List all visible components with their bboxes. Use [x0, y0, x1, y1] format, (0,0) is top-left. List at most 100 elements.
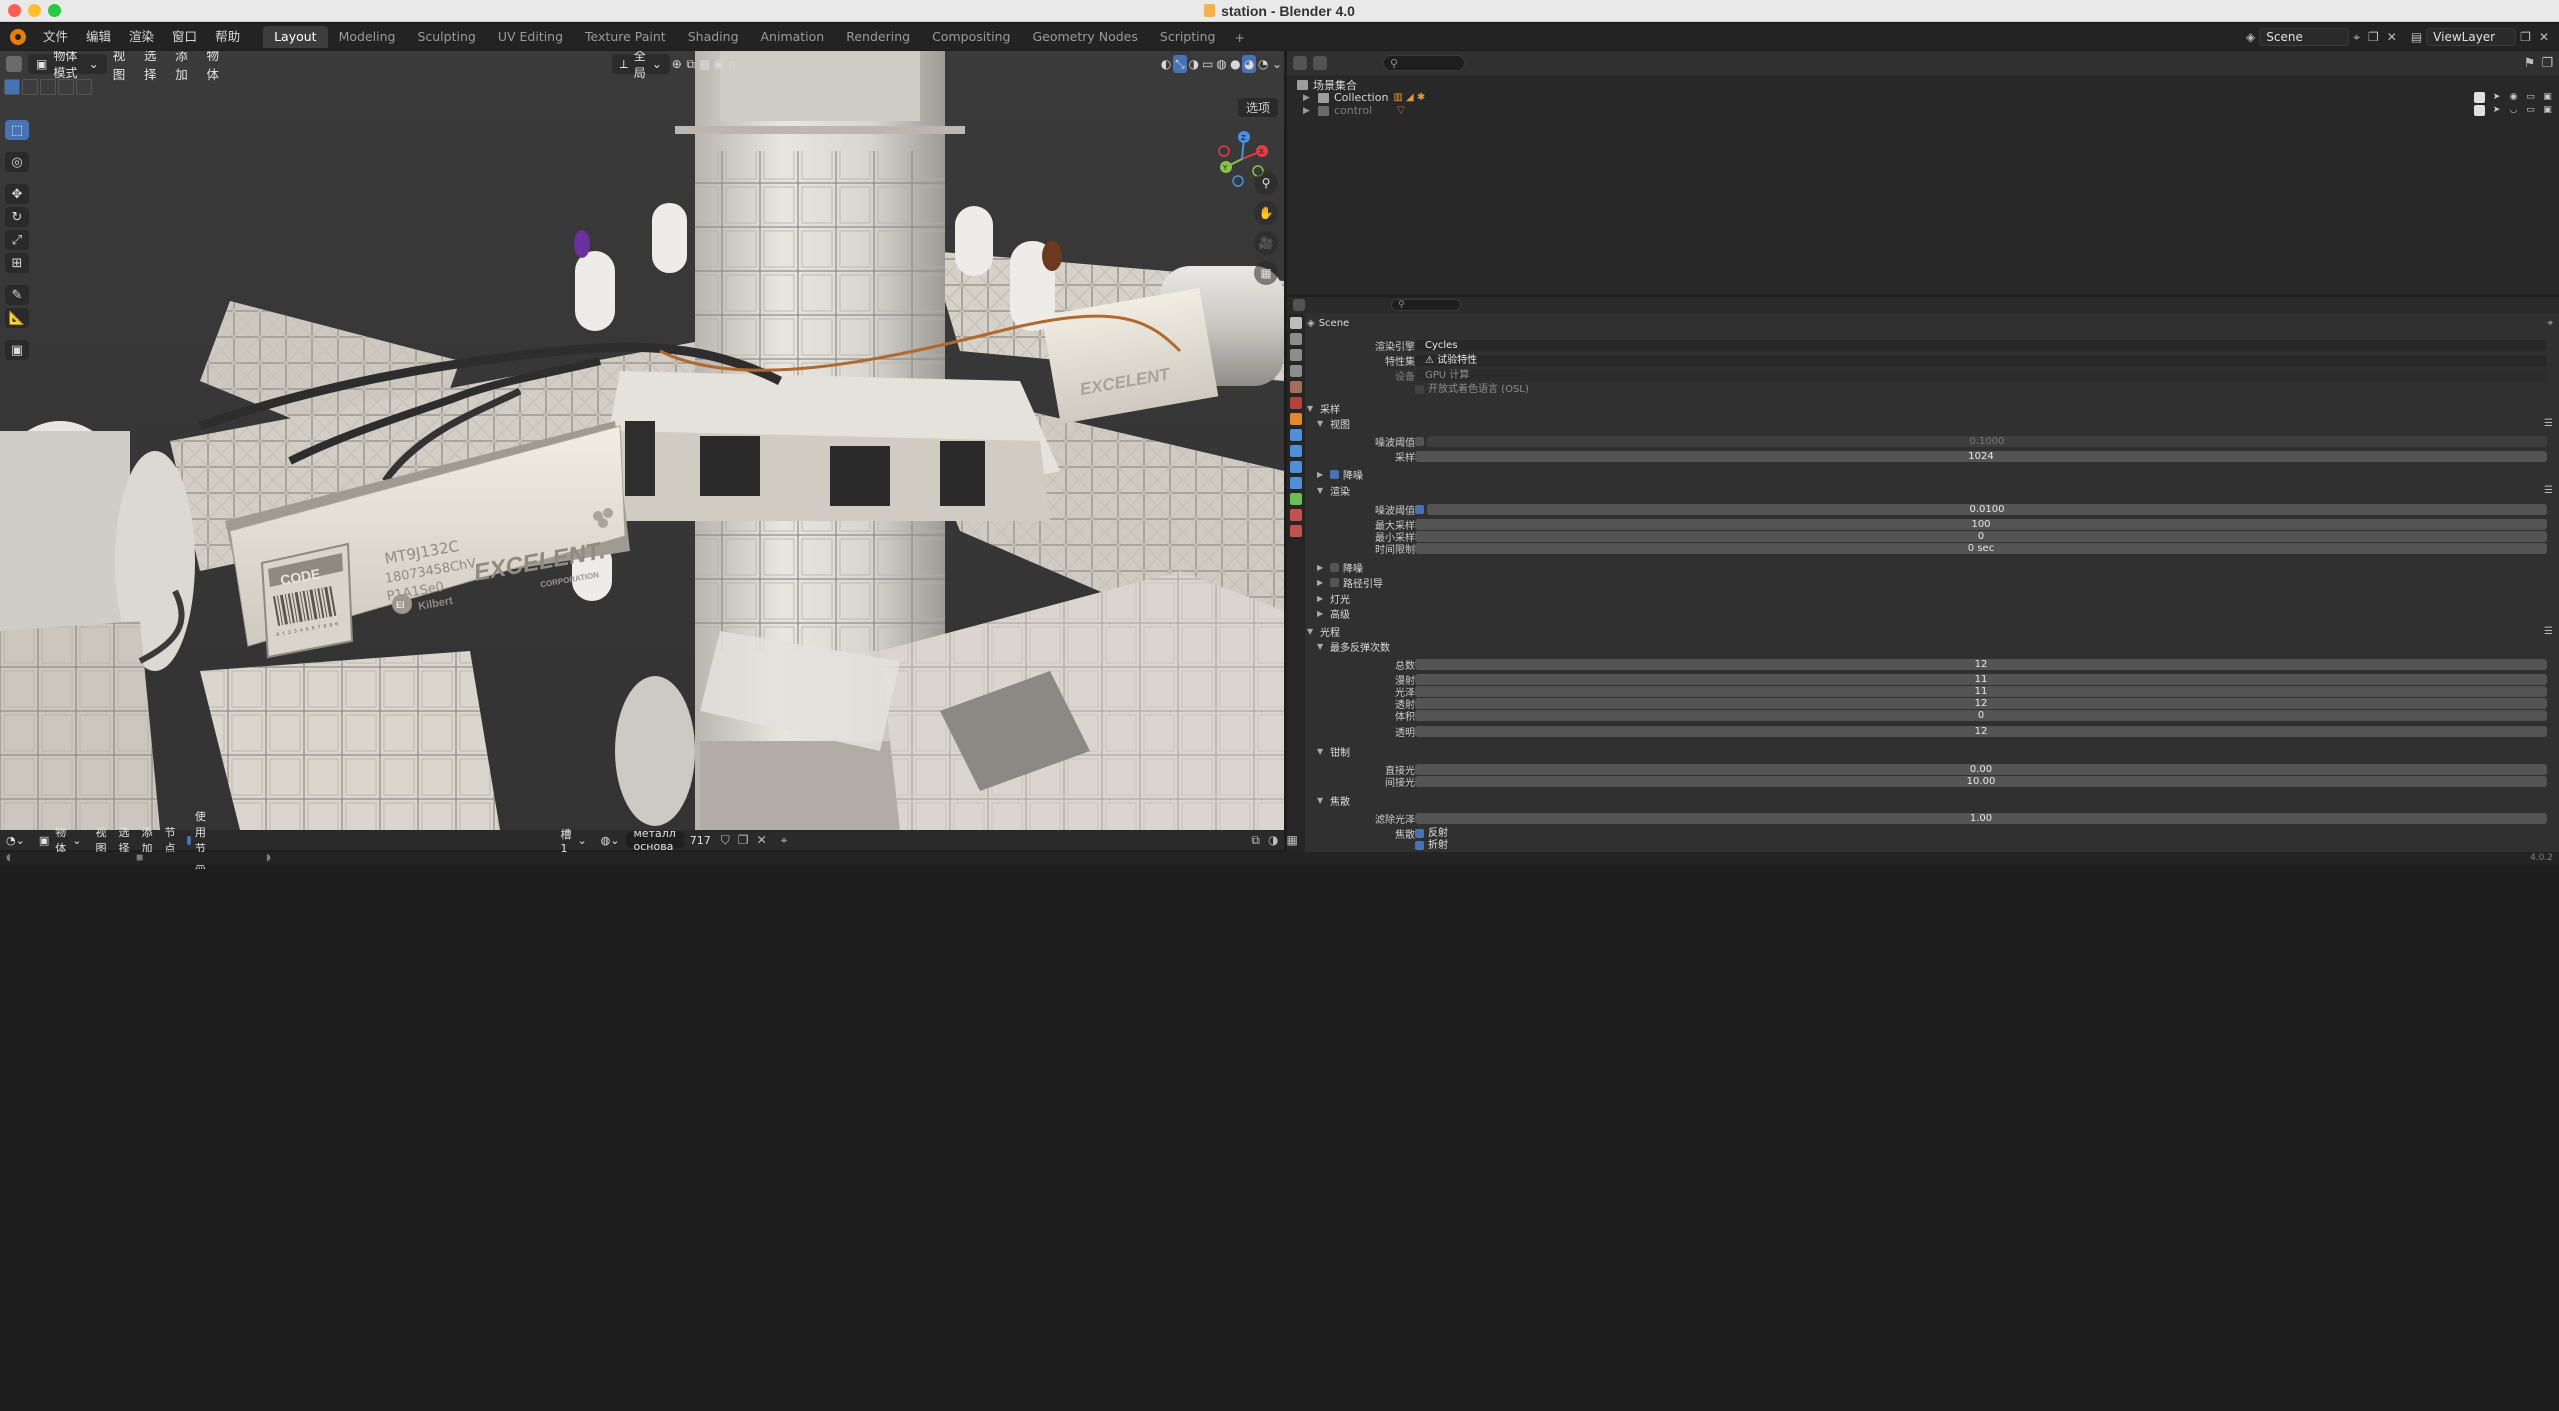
options-dropdown[interactable]: 选项	[1237, 98, 1278, 117]
scale-icon[interactable]: ⤢	[5, 230, 29, 250]
transform-icon[interactable]: ⊞	[5, 253, 29, 273]
time-limit-field[interactable]: 0 sec	[1415, 543, 2547, 554]
perspective-toggle-icon[interactable]: ▦	[1254, 261, 1278, 285]
outliner-editor-icon[interactable]	[1293, 56, 1307, 70]
snap-target-icon[interactable]: ▦	[698, 55, 712, 73]
menu-add[interactable]: 添加	[135, 826, 158, 855]
presets-list-icon[interactable]: ☰	[2544, 626, 2553, 637]
diffuse-bounces-field[interactable]: 11	[1415, 674, 2547, 685]
menu-view[interactable]: 视图	[107, 51, 138, 82]
render-noise-threshold-field[interactable]: 0.0100	[1427, 504, 2547, 515]
tab-layout[interactable]: Layout	[263, 26, 328, 48]
interaction-mode-dropdown[interactable]: ▣ 物体模式 ⌄	[28, 51, 107, 80]
filter-icon[interactable]: ⚑	[2524, 56, 2536, 71]
zoom-icon[interactable]: ⚲	[1254, 171, 1278, 195]
render-denoise-checkbox[interactable]	[1330, 563, 1339, 572]
menu-view[interactable]: 视图	[89, 826, 112, 855]
material-name-field[interactable]: металл основа	[625, 827, 684, 853]
osl-checkbox[interactable]: 开放式着色语言 (OSL)	[1415, 384, 2547, 395]
max-samples-field[interactable]: 100	[1415, 519, 2547, 530]
total-bounces-field[interactable]: 12	[1415, 659, 2547, 670]
expand-arrow-icon[interactable]: ▶	[1303, 93, 1313, 103]
render-camera-icon[interactable]: ▣	[2542, 92, 2553, 103]
object-tab-icon[interactable]	[1290, 413, 1302, 425]
min-samples-field[interactable]: 0	[1415, 531, 2547, 542]
device-dropdown[interactable]: GPU 计算	[1415, 370, 2547, 381]
editor-type-button[interactable]: ◔⌄	[0, 830, 31, 850]
viewport-toggle-icon[interactable]: ▭	[2525, 92, 2536, 103]
delete-scene-icon[interactable]: ✕	[2387, 30, 2397, 44]
properties-search-input[interactable]: ⚲	[1391, 299, 1461, 311]
annotate-icon[interactable]: ✎	[5, 285, 29, 305]
viewport-denoise-subpanel[interactable]: ▶ 降噪	[1317, 468, 2553, 482]
scene-tab-icon[interactable]	[1290, 381, 1302, 393]
select-invert-icon[interactable]	[58, 79, 74, 95]
menu-render[interactable]: 渲染	[120, 24, 163, 50]
snap-icon[interactable]: ⧉	[684, 55, 698, 73]
rotate-icon[interactable]: ↻	[5, 207, 29, 227]
select-box-icon[interactable]: ⬚	[5, 120, 29, 140]
menu-add[interactable]: 添加	[169, 51, 200, 82]
particles-tab-icon[interactable]	[1290, 445, 1302, 457]
tab-geometry-nodes[interactable]: Geometry Nodes	[1021, 26, 1148, 48]
sidebar-toggle-icon[interactable]: ▦	[1286, 833, 1297, 847]
render-camera-icon[interactable]: ▣	[2542, 105, 2553, 116]
material-slot-dropdown[interactable]: 槽 1 ⌄	[552, 828, 595, 855]
advanced-subpanel[interactable]: ▶ 高级	[1317, 607, 2553, 621]
minimize-window-button[interactable]	[28, 4, 41, 17]
viewport-denoise-checkbox[interactable]	[1330, 470, 1339, 479]
texture-tab-icon[interactable]	[1290, 525, 1302, 537]
view-layer-selector[interactable]: ViewLayer	[2426, 28, 2517, 46]
selectable-icon[interactable]: ➤	[2491, 105, 2502, 116]
camera-view-icon[interactable]: 🎥	[1254, 231, 1278, 255]
select-new-icon[interactable]	[4, 79, 20, 95]
light-paths-panel-header[interactable]: ▼ 光程 ☰	[1307, 625, 2553, 639]
material-browse-icon[interactable]: ◍⌄	[595, 830, 626, 850]
close-window-button[interactable]	[8, 4, 21, 17]
maximize-window-button[interactable]	[48, 4, 61, 17]
clamp-indirect-field[interactable]: 10.00	[1415, 776, 2547, 787]
move-icon[interactable]: ✥	[5, 184, 29, 204]
shading-wireframe-icon[interactable]: ◍	[1215, 55, 1229, 73]
xray-icon[interactable]: ▭	[1201, 55, 1215, 73]
delete-view-layer-icon[interactable]: ✕	[2539, 30, 2549, 44]
filter-glossy-field[interactable]: 1.00	[1415, 813, 2547, 824]
menu-window[interactable]: 窗口	[163, 24, 206, 50]
exclude-checkbox[interactable]	[2474, 105, 2485, 116]
expand-arrow-icon[interactable]: ▶	[1303, 106, 1313, 116]
add-cube-icon[interactable]: ▣	[5, 340, 29, 360]
properties-editor-icon[interactable]	[1293, 299, 1305, 311]
snap-icon[interactable]: ⧉	[1251, 833, 1260, 848]
render-denoise-subpanel[interactable]: ▶ 降噪	[1317, 561, 2553, 575]
outliner-scene-collection[interactable]: 场景集合	[1287, 78, 2559, 92]
data-tab-icon[interactable]	[1290, 493, 1302, 505]
pin-icon[interactable]: ⌖	[781, 833, 788, 848]
transparent-bounces-field[interactable]: 12	[1415, 726, 2547, 737]
clamp-direct-field[interactable]: 0.00	[1415, 764, 2547, 775]
material-tab-icon[interactable]	[1290, 509, 1302, 521]
scene-selector[interactable]: Scene	[2259, 28, 2350, 46]
tab-uv-editing[interactable]: UV Editing	[487, 26, 574, 48]
sampling-panel-header[interactable]: ▼ 采样	[1307, 402, 2553, 416]
shading-rendered-icon[interactable]: ◔	[1256, 55, 1270, 73]
new-scene-icon[interactable]: ❐	[2368, 30, 2379, 44]
tab-shading[interactable]: Shading	[677, 26, 750, 48]
view-layer-tab-icon[interactable]	[1290, 365, 1302, 377]
caustics-subpanel-header[interactable]: ▼ 焦散	[1317, 794, 2553, 808]
menu-object[interactable]: 物体	[201, 51, 232, 82]
tool-tab-icon[interactable]	[1290, 317, 1302, 329]
refractive-caustics-checkbox[interactable]: 折射	[1415, 840, 2547, 851]
3d-viewport[interactable]: EXCELENT CODE 9 1 2 3 4 5 6 7 8 9 0 MT9J…	[0, 51, 1284, 830]
measure-icon[interactable]: 📐	[5, 308, 29, 328]
outliner-row-control[interactable]: ▶ control ▽ ➤ ◡ ▭ ▣	[1287, 104, 2559, 117]
lights-subpanel[interactable]: ▶ 灯光	[1317, 592, 2553, 606]
proportional-edit-icon[interactable]: ◉	[711, 55, 725, 73]
outliner-search-input[interactable]: ⚲	[1383, 55, 1465, 71]
use-nodes-toggle[interactable]: 使用节点	[181, 810, 217, 871]
outliner-row-collection[interactable]: ▶ Collection ▥ ◢ ✱ ➤ ◉ ▭ ▣	[1287, 91, 2559, 104]
editor-type-button[interactable]	[0, 54, 28, 74]
add-workspace-button[interactable]: +	[1226, 30, 1252, 45]
render-engine-dropdown[interactable]: Cycles	[1415, 340, 2547, 351]
tab-rendering[interactable]: Rendering	[835, 26, 921, 48]
menu-help[interactable]: 帮助	[206, 24, 249, 50]
